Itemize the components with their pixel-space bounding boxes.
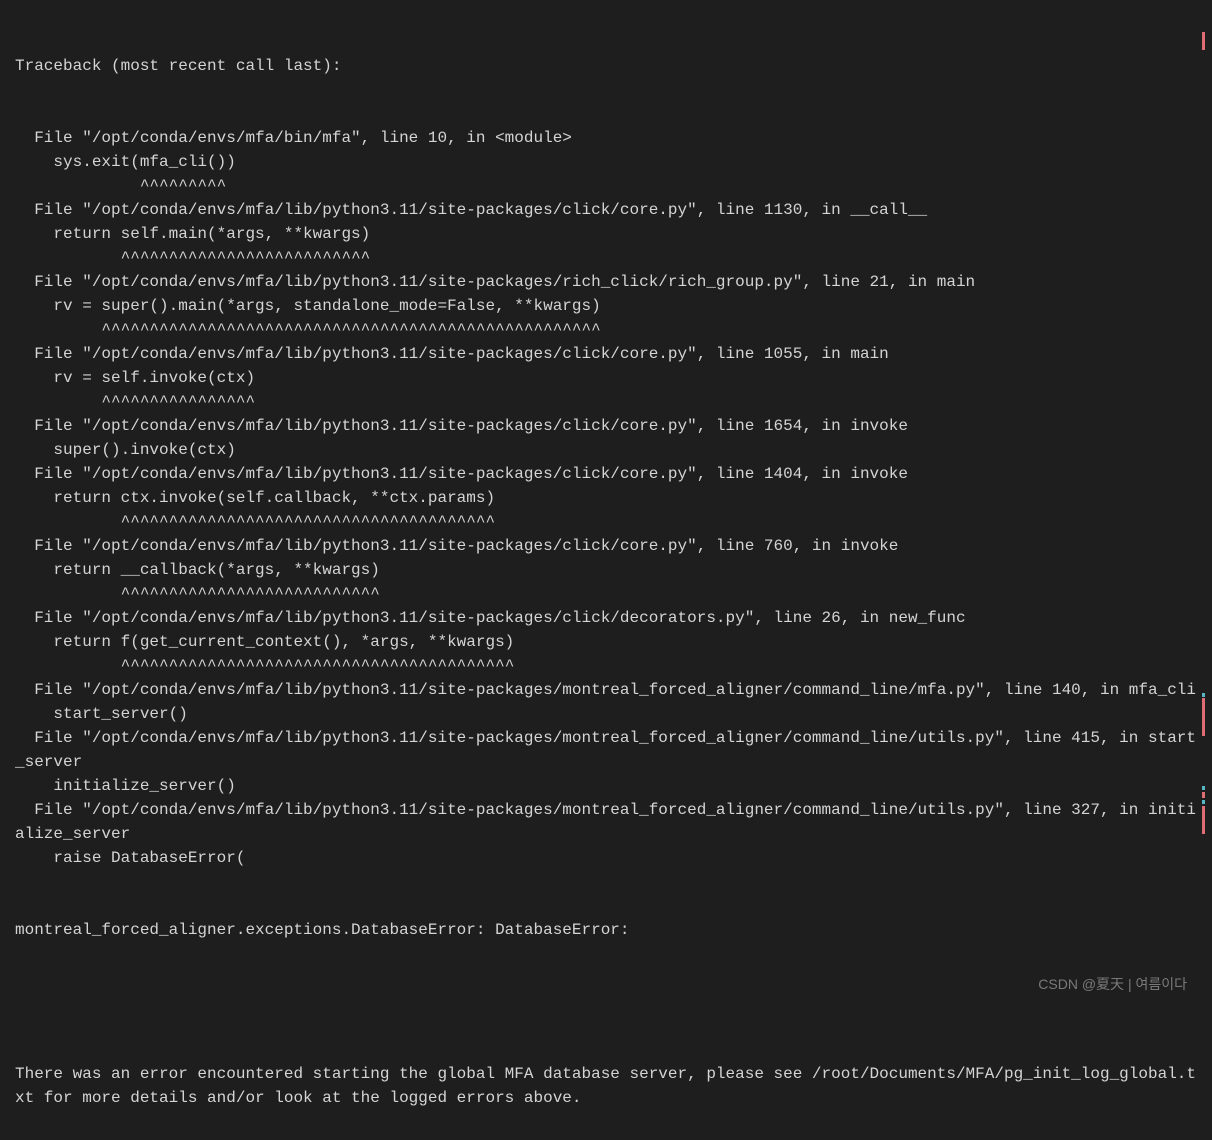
minimap-marker (1202, 792, 1205, 798)
error-message: There was an error encountered starting … (15, 1062, 1197, 1110)
traceback-caret-line: ^^^^^^^^^ (15, 174, 1197, 198)
traceback-code-line: rv = super().main(*args, standalone_mode… (15, 294, 1197, 318)
traceback-code-line: rv = self.invoke(ctx) (15, 366, 1197, 390)
traceback-frames: File "/opt/conda/envs/mfa/bin/mfa", line… (15, 126, 1197, 870)
terminal-output[interactable]: Traceback (most recent call last): File … (0, 0, 1212, 1140)
exception-line: montreal_forced_aligner.exceptions.Datab… (15, 918, 1197, 942)
traceback-file-line: File "/opt/conda/envs/mfa/lib/python3.11… (15, 414, 1197, 438)
traceback-caret-line: ^^^^^^^^^^^^^^^^^^^^^^^^^^^ (15, 582, 1197, 606)
traceback-file-line: File "/opt/conda/envs/mfa/bin/mfa", line… (15, 126, 1197, 150)
minimap-marker (1202, 786, 1205, 790)
traceback-code-line: sys.exit(mfa_cli()) (15, 150, 1197, 174)
traceback-code-line: return __callback(*args, **kwargs) (15, 558, 1197, 582)
traceback-file-line: File "/opt/conda/envs/mfa/lib/python3.11… (15, 798, 1197, 846)
traceback-code-line: raise DatabaseError( (15, 846, 1197, 870)
watermark-label: CSDN @夏天 | 여름이다 (1038, 974, 1187, 995)
minimap-marker (1202, 693, 1205, 697)
traceback-caret-line: ^^^^^^^^^^^^^^^^^^^^^^^^^^^^^^^^^^^^^^^ (15, 510, 1197, 534)
traceback-file-line: File "/opt/conda/envs/mfa/lib/python3.11… (15, 198, 1197, 222)
traceback-code-line: return ctx.invoke(self.callback, **ctx.p… (15, 486, 1197, 510)
traceback-file-line: File "/opt/conda/envs/mfa/lib/python3.11… (15, 726, 1197, 774)
traceback-file-line: File "/opt/conda/envs/mfa/lib/python3.11… (15, 534, 1197, 558)
traceback-file-line: File "/opt/conda/envs/mfa/lib/python3.11… (15, 270, 1197, 294)
scrollbar-minimap[interactable] (1198, 0, 1212, 1003)
minimap-marker (1202, 800, 1205, 804)
traceback-file-line: File "/opt/conda/envs/mfa/lib/python3.11… (15, 678, 1197, 702)
traceback-code-line: return self.main(*args, **kwargs) (15, 222, 1197, 246)
traceback-code-line: initialize_server() (15, 774, 1197, 798)
minimap-marker (1202, 806, 1205, 834)
traceback-code-line: return f(get_current_context(), *args, *… (15, 630, 1197, 654)
traceback-caret-line: ^^^^^^^^^^^^^^^^^^^^^^^^^^^^^^^^^^^^^^^^… (15, 654, 1197, 678)
traceback-header: Traceback (most recent call last): (15, 54, 1197, 78)
traceback-caret-line: ^^^^^^^^^^^^^^^^^^^^^^^^^^^^^^^^^^^^^^^^… (15, 318, 1197, 342)
traceback-caret-line: ^^^^^^^^^^^^^^^^ (15, 390, 1197, 414)
minimap-marker (1202, 32, 1205, 50)
traceback-caret-line: ^^^^^^^^^^^^^^^^^^^^^^^^^^ (15, 246, 1197, 270)
traceback-file-line: File "/opt/conda/envs/mfa/lib/python3.11… (15, 342, 1197, 366)
traceback-code-line: super().invoke(ctx) (15, 438, 1197, 462)
traceback-file-line: File "/opt/conda/envs/mfa/lib/python3.11… (15, 606, 1197, 630)
blank-line (15, 990, 1197, 1014)
traceback-code-line: start_server() (15, 702, 1197, 726)
traceback-file-line: File "/opt/conda/envs/mfa/lib/python3.11… (15, 462, 1197, 486)
minimap-marker (1202, 698, 1205, 736)
